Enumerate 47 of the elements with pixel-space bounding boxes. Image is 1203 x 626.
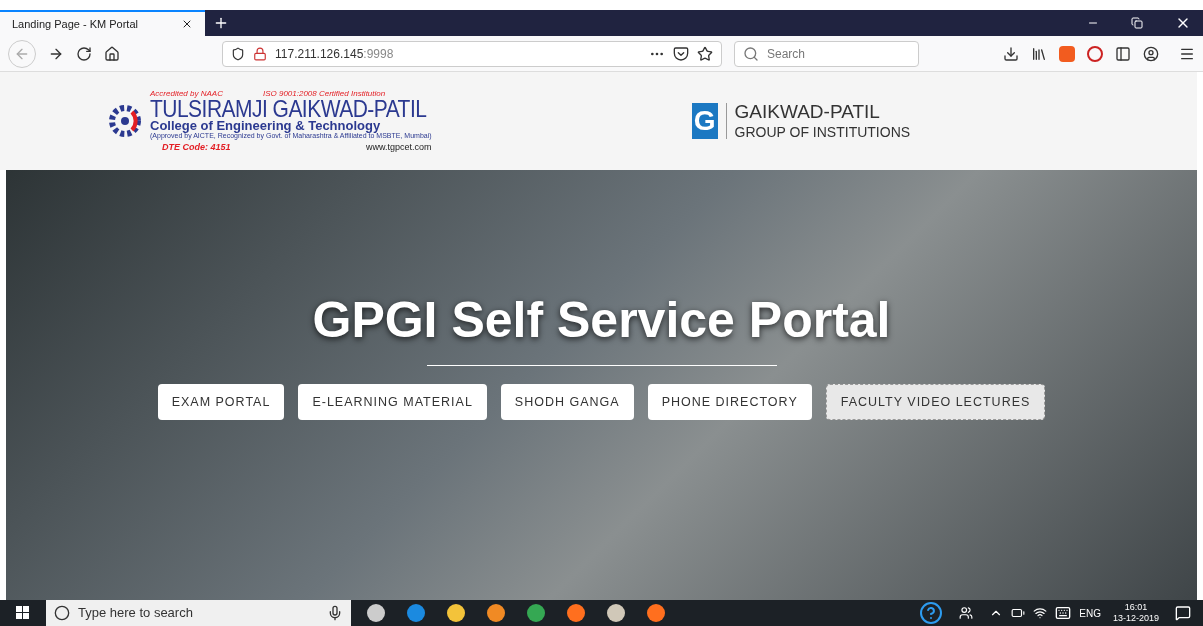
help-icon[interactable] <box>919 601 944 625</box>
clock-time[interactable]: 16:01 <box>1124 602 1148 613</box>
portal-button[interactable]: FACULTY VIDEO LECTURES <box>825 384 1046 420</box>
notification-icon[interactable] <box>1175 605 1191 621</box>
website-text: www.tgpcet.com <box>366 143 432 152</box>
college-subtitle: College of Engineering & Technology <box>150 119 382 132</box>
gear-logo-icon <box>108 104 142 138</box>
portal-button[interactable]: E-LEARNING MATERIAL <box>298 384 487 420</box>
url-text: 117.211.126.145:9998 <box>275 45 394 63</box>
reload-icon[interactable] <box>76 45 92 62</box>
keyboard-icon[interactable] <box>1055 605 1072 621</box>
circle-icon <box>54 605 70 621</box>
close-icon[interactable] <box>181 18 193 30</box>
restore-icon[interactable] <box>1131 17 1143 29</box>
clock-date[interactable]: 13-12-2019 <box>1112 613 1159 624</box>
home-icon[interactable] <box>104 45 120 62</box>
windows-icon[interactable] <box>16 606 30 620</box>
accreditation-text: Accredited by NAAC <box>150 90 223 98</box>
portal-button[interactable]: PHONE DIRECTORY <box>647 384 812 420</box>
search-icon <box>743 45 759 62</box>
group-logo: G <box>691 103 718 139</box>
star-icon[interactable] <box>697 45 713 62</box>
extension-icon[interactable] <box>1059 45 1075 62</box>
download-icon[interactable] <box>1003 45 1019 62</box>
group-subtitle: GROUP OF INSTITUTIONS <box>734 124 911 142</box>
language-text[interactable]: ENG <box>1079 605 1101 621</box>
account-icon[interactable] <box>1143 45 1159 62</box>
hero-title: GPGI Self Service Portal <box>312 295 891 345</box>
insecure-lock-icon <box>253 46 267 61</box>
browser-tab[interactable]: Landing Page - KM Portal <box>0 10 205 36</box>
taskbar-search-field[interactable]: Type here to search <box>46 600 351 626</box>
battery-icon[interactable] <box>1011 606 1026 620</box>
pocket-icon[interactable] <box>673 45 689 62</box>
dte-code: DTE Code: 4151 <box>162 143 231 152</box>
microphone-icon[interactable] <box>327 605 343 621</box>
search-field[interactable]: Search <box>734 40 919 67</box>
group-name: GAIKWAD-PATIL <box>734 100 881 125</box>
shield-icon <box>231 46 245 61</box>
iso-text: ISO 9001:2008 Certified Institution <box>262 90 386 98</box>
address-bar[interactable]: 117.211.126.145:9998 <box>222 40 722 67</box>
wifi-icon[interactable] <box>1033 606 1048 620</box>
people-icon[interactable] <box>959 606 974 620</box>
portal-button[interactable]: EXAM PORTAL <box>157 384 285 420</box>
sidebar-icon[interactable] <box>1115 45 1131 62</box>
portal-button[interactable]: SHODH GANGA <box>500 384 634 420</box>
new-tab-icon[interactable] <box>213 15 229 31</box>
library-icon[interactable] <box>1031 45 1047 62</box>
